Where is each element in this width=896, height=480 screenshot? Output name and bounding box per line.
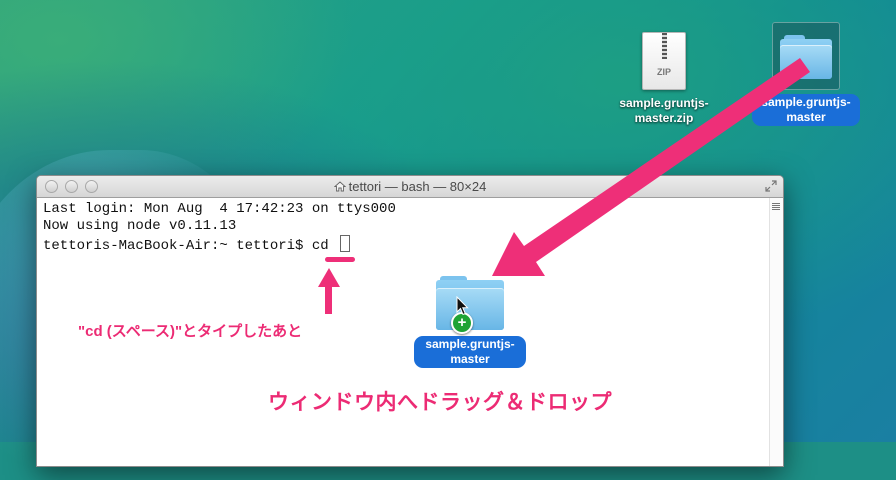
dragged-folder-label: sample.gruntjs-master [414, 336, 526, 368]
drag-instruction-note: ウィンドウ内へドラッグ＆ドロップ [268, 391, 612, 414]
drag-arrow [492, 58, 810, 276]
mouse-pointer-icon [456, 296, 469, 316]
cd-arrow [318, 268, 340, 314]
cd-instruction-note: "cd (スペース)"とタイプしたあと [78, 323, 303, 340]
annotation-arrows [318, 58, 810, 314]
cd-underline-mark [325, 257, 355, 262]
dragged-folder[interactable]: + sample.gruntjs-master [410, 276, 530, 368]
folder-icon: + [436, 276, 504, 334]
